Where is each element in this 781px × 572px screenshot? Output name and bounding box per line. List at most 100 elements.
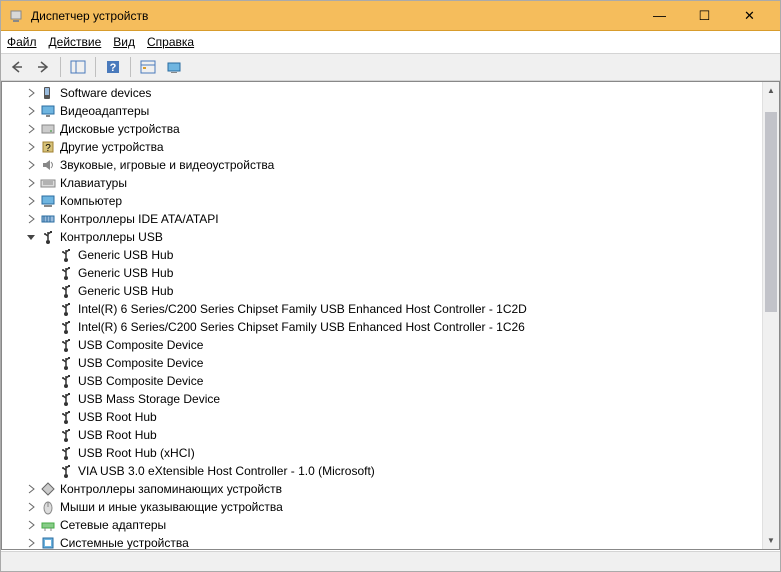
usb-icon xyxy=(58,247,74,263)
help-button[interactable]: ? xyxy=(101,56,125,78)
expand-arrow-icon[interactable] xyxy=(24,518,38,532)
tree-item[interactable]: VIA USB 3.0 eXtensible Host Controller -… xyxy=(2,462,762,480)
statusbar xyxy=(1,551,780,571)
expand-arrow-icon[interactable] xyxy=(24,158,38,172)
usb-icon xyxy=(58,409,74,425)
forward-button[interactable] xyxy=(31,56,55,78)
expand-arrow-icon[interactable] xyxy=(24,500,38,514)
tree-item[interactable]: USB Composite Device xyxy=(2,354,762,372)
expand-arrow-icon[interactable] xyxy=(24,212,38,226)
tree-item-label: Компьютер xyxy=(60,194,122,208)
tree-item[interactable]: Intel(R) 6 Series/C200 Series Chipset Fa… xyxy=(2,318,762,336)
usb-icon xyxy=(58,445,74,461)
tree-item-label: USB Composite Device xyxy=(78,356,203,370)
svg-text:?: ? xyxy=(110,62,117,74)
system-icon xyxy=(40,535,56,549)
back-button[interactable] xyxy=(5,56,29,78)
tree-item[interactable]: Контроллеры USB xyxy=(2,228,762,246)
tree-item[interactable]: Контроллеры IDE ATA/ATAPI xyxy=(2,210,762,228)
mouse-icon xyxy=(40,499,56,515)
scroll-thumb[interactable] xyxy=(765,112,777,312)
usb-icon xyxy=(58,463,74,479)
usb-icon xyxy=(58,391,74,407)
tree-item[interactable]: USB Composite Device xyxy=(2,372,762,390)
tree-item-label: Другие устройства xyxy=(60,140,164,154)
usb-icon xyxy=(58,301,74,317)
tree-item[interactable]: Сетевые адаптеры xyxy=(2,516,762,534)
tree-item-label: USB Mass Storage Device xyxy=(78,392,220,406)
toolbar-separator xyxy=(60,57,61,77)
toolbar-separator xyxy=(95,57,96,77)
minimize-button[interactable]: — xyxy=(637,1,682,30)
maximize-button[interactable]: ☐ xyxy=(682,1,727,30)
tree-item[interactable]: Generic USB Hub xyxy=(2,282,762,300)
tree-item[interactable]: USB Composite Device xyxy=(2,336,762,354)
expand-arrow-icon[interactable] xyxy=(24,122,38,136)
expand-arrow-icon[interactable] xyxy=(24,482,38,496)
scroll-down-button[interactable]: ▼ xyxy=(763,532,779,549)
usb-icon xyxy=(58,283,74,299)
show-hide-tree-button[interactable] xyxy=(66,56,90,78)
tree-item[interactable]: USB Root Hub (xHCI) xyxy=(2,444,762,462)
tree-item-label: Видеоадаптеры xyxy=(60,104,149,118)
storage-icon xyxy=(40,481,56,497)
menu-action[interactable]: Действие xyxy=(49,35,102,49)
tree-item[interactable]: Компьютер xyxy=(2,192,762,210)
menu-view[interactable]: Вид xyxy=(113,35,135,49)
menu-file[interactable]: Файл xyxy=(7,35,37,49)
toolbar-separator xyxy=(130,57,131,77)
properties-button[interactable] xyxy=(136,56,160,78)
software-icon xyxy=(40,85,56,101)
tree-item[interactable]: Видеоадаптеры xyxy=(2,102,762,120)
app-icon xyxy=(9,8,25,24)
tree-item[interactable]: Клавиатуры xyxy=(2,174,762,192)
tree-item-label: Intel(R) 6 Series/C200 Series Chipset Fa… xyxy=(78,320,525,334)
usb-icon xyxy=(58,373,74,389)
toolbar: ? xyxy=(1,53,780,81)
tree-item-label: USB Composite Device xyxy=(78,374,203,388)
tree-item-label: Generic USB Hub xyxy=(78,266,173,280)
close-button[interactable]: ✕ xyxy=(727,1,772,30)
tree-item-label: Контроллеры запоминающих устройств xyxy=(60,482,282,496)
tree-item-label: USB Composite Device xyxy=(78,338,203,352)
vertical-scrollbar[interactable]: ▲ ▼ xyxy=(762,82,779,549)
tree-item-label: Контроллеры USB xyxy=(60,230,163,244)
usb-icon xyxy=(58,427,74,443)
usb-icon xyxy=(40,229,56,245)
tree-item[interactable]: USB Root Hub xyxy=(2,408,762,426)
tree-item-label: Дисковые устройства xyxy=(60,122,180,136)
tree-item[interactable]: Дисковые устройства xyxy=(2,120,762,138)
network-icon xyxy=(40,517,56,533)
device-tree[interactable]: Software devices Видеоадаптеры Дисковые ус… xyxy=(2,82,762,549)
menu-help[interactable]: Справка xyxy=(147,35,194,49)
tree-item-label: Контроллеры IDE ATA/ATAPI xyxy=(60,212,219,226)
tree-item[interactable]: Software devices xyxy=(2,84,762,102)
tree-item[interactable]: ?Другие устройства xyxy=(2,138,762,156)
tree-item-label: Generic USB Hub xyxy=(78,284,173,298)
tree-item[interactable]: Звуковые, игровые и видеоустройства xyxy=(2,156,762,174)
audio-icon xyxy=(40,157,56,173)
expand-arrow-icon[interactable] xyxy=(24,86,38,100)
expand-arrow-icon[interactable] xyxy=(24,176,38,190)
tree-item[interactable]: Intel(R) 6 Series/C200 Series Chipset Fa… xyxy=(2,300,762,318)
tree-item[interactable]: Системные устройства xyxy=(2,534,762,549)
monitor-icon xyxy=(40,103,56,119)
expand-arrow-icon[interactable] xyxy=(24,104,38,118)
tree-item-label: Звуковые, игровые и видеоустройства xyxy=(60,158,274,172)
tree-item[interactable]: USB Root Hub xyxy=(2,426,762,444)
tree-item[interactable]: Мыши и иные указывающие устройства xyxy=(2,498,762,516)
usb-icon xyxy=(58,265,74,281)
tree-item[interactable]: Generic USB Hub xyxy=(2,246,762,264)
expand-arrow-icon[interactable] xyxy=(24,140,38,154)
tree-item[interactable]: USB Mass Storage Device xyxy=(2,390,762,408)
window-controls: — ☐ ✕ xyxy=(637,1,772,30)
scroll-up-button[interactable]: ▲ xyxy=(763,82,779,99)
tree-item[interactable]: Контроллеры запоминающих устройств xyxy=(2,480,762,498)
scan-hardware-button[interactable] xyxy=(162,56,186,78)
tree-item-label: USB Root Hub xyxy=(78,410,157,424)
tree-item[interactable]: Generic USB Hub xyxy=(2,264,762,282)
expand-arrow-icon[interactable] xyxy=(24,194,38,208)
tree-item-label: Клавиатуры xyxy=(60,176,127,190)
expand-arrow-icon[interactable] xyxy=(24,536,38,549)
collapse-arrow-icon[interactable] xyxy=(24,230,38,244)
